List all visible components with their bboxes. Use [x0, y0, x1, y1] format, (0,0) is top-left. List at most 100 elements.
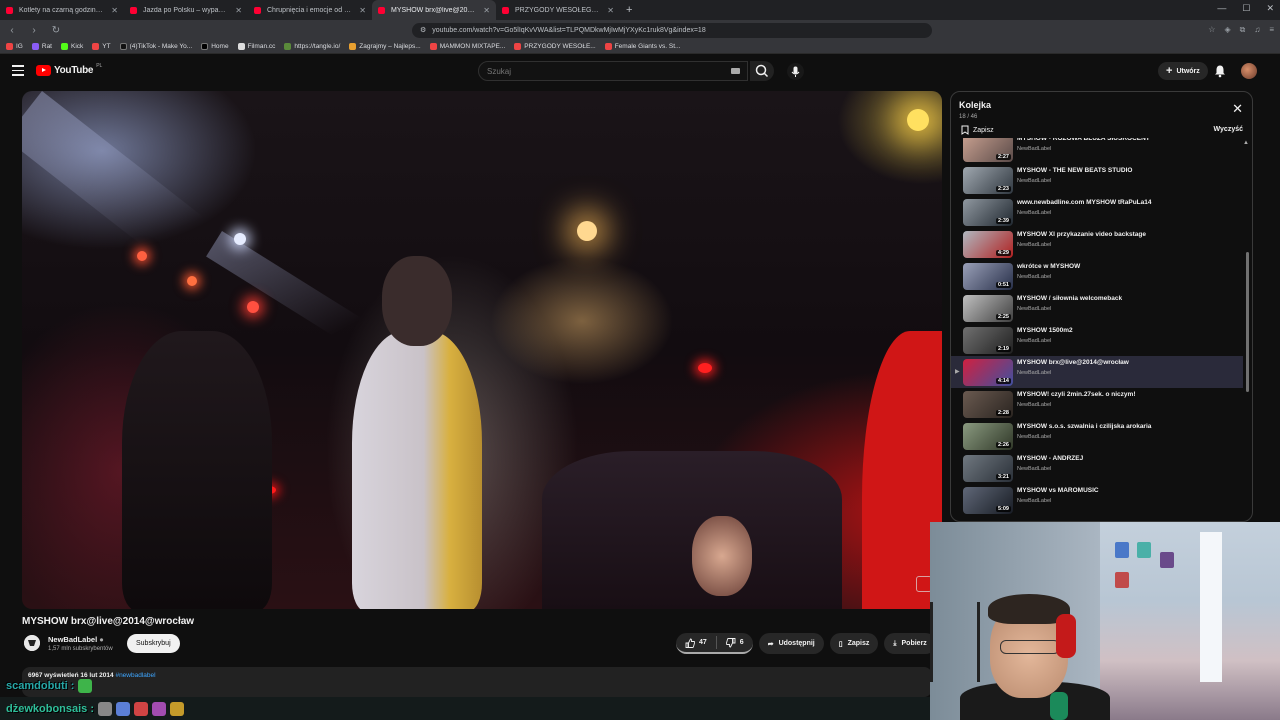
video-player[interactable]: [22, 91, 942, 609]
close-tab-icon[interactable]: ✕: [111, 6, 118, 15]
forward-icon[interactable]: ›: [28, 25, 40, 36]
close-icon[interactable]: ✕: [1232, 101, 1243, 117]
music-icon[interactable]: ♫: [1254, 25, 1260, 35]
queue-thumbnail: 5:09: [963, 487, 1013, 514]
new-tab-button[interactable]: +: [620, 4, 638, 16]
bookmark-label: IG: [16, 43, 23, 50]
hamburger-menu-icon[interactable]: [12, 65, 24, 76]
queue-item[interactable]: 5:09 MYSHOW vs MAROMUSIC NewBadLabel: [951, 484, 1243, 516]
queue-item[interactable]: 2:27 MYSHOW - RÓŻOWA BLUZA SIUŚROCENT NewB…: [951, 138, 1243, 164]
queue-scrollbar[interactable]: [1246, 252, 1249, 392]
description-box[interactable]: 6967 wyświetleń 16 lut 2014 #newbadlabel: [22, 667, 932, 697]
queue-clear-button[interactable]: Wyczyść: [1214, 126, 1243, 133]
queue-item-current[interactable]: ▶ 4:14 MYSHOW brx@live@2014@wrocław NewBadL…: [951, 356, 1243, 388]
queue-item[interactable]: 2:25 MYSHOW / siłownia welcomeback NewBadL…: [951, 292, 1243, 324]
back-icon[interactable]: ‹: [6, 25, 18, 36]
bookmark-favicon-icon: [284, 43, 292, 50]
extensions-icon[interactable]: ⧉: [1240, 25, 1246, 35]
bookmark-item[interactable]: Rat: [31, 43, 52, 50]
queue-count: 18 / 46: [959, 114, 978, 120]
bookmark-label: Female Giants vs. St...: [614, 43, 681, 50]
reload-icon[interactable]: ↻: [50, 25, 62, 36]
bookmark-label: Zagrajmy – Najleps...: [359, 43, 421, 50]
share-label: Udostępnij: [778, 640, 815, 647]
extension-icons: ☆ ◈ ⧉ ♫ ≡: [1208, 25, 1274, 35]
bookmark-item[interactable]: Kick: [61, 43, 83, 50]
chat-message: dżewkobonsais :: [0, 697, 930, 720]
bookmark-item[interactable]: Home: [201, 43, 229, 50]
queue-thumbnail: 2:25: [963, 295, 1013, 322]
duration-badge: 2:26: [995, 442, 1011, 448]
download-button[interactable]: ⤓ Pobierz: [884, 633, 936, 654]
bookmark-item[interactable]: MAMMON MIXTAPE...: [429, 43, 505, 50]
site-info-icon[interactable]: ⚙: [420, 26, 426, 34]
browser-tab[interactable]: PRZYGODY WESOŁEGO MAZURA wa... ✕: [496, 0, 620, 20]
browser-tab[interactable]: Kotlety na czarną godzinę - mogą st... ✕: [0, 0, 124, 20]
channel-logo-icon: [24, 635, 40, 651]
dislike-button[interactable]: 6: [717, 637, 753, 648]
youtube-logo[interactable]: YouTube PL: [36, 62, 103, 76]
queue-item[interactable]: 2:23 MYSHOW - THE NEW BEATS STUDIO NewBadL…: [951, 164, 1243, 196]
queue-thumbnail: 2:19: [963, 327, 1013, 354]
bookmark-item[interactable]: Filman.cc: [237, 43, 276, 50]
bookmark-favicon-icon: [237, 43, 245, 50]
queue-item-channel: NewBadLabel: [1017, 498, 1052, 504]
duration-badge: 2:27: [995, 154, 1011, 160]
duration-badge: 2:39: [995, 218, 1011, 224]
create-button[interactable]: + Utwórz: [1158, 62, 1208, 80]
queue-item[interactable]: 4:29 MYSHOW XI przykazanie video backstag…: [951, 228, 1243, 260]
channel-avatar[interactable]: [24, 635, 40, 651]
instagram-icon: [6, 43, 13, 50]
save-button[interactable]: ▯ Zapisz: [829, 633, 879, 654]
share-button[interactable]: ➦ Udostępnij: [758, 633, 824, 654]
browser-tab[interactable]: Chrupnięcia i emocje od Poliny 😊 - ✕: [248, 0, 372, 20]
bookmark-item[interactable]: PRZYGODY WESOŁE...: [514, 43, 596, 50]
close-window-icon[interactable]: ✕: [1266, 3, 1274, 14]
browser-tab[interactable]: Jazda po Polsku – wypadki i kolizje d...…: [124, 0, 248, 20]
search-input[interactable]: [478, 61, 748, 81]
menu-icon[interactable]: ≡: [1269, 25, 1274, 35]
minimize-icon[interactable]: —: [1217, 3, 1226, 14]
queue-thumbnail: 3:21: [963, 455, 1013, 482]
bookmark-item[interactable]: IG: [6, 43, 23, 50]
voice-search-button[interactable]: [787, 63, 804, 80]
tiktok-icon: [119, 43, 127, 50]
queue-item[interactable]: 3:21 MYSHOW - ANDRZEJ NewBadLabel: [951, 452, 1243, 484]
bookmark-label: Filman.cc: [247, 43, 276, 50]
bookmark-star-icon[interactable]: ☆: [1208, 25, 1215, 35]
bookmark-item[interactable]: (4)TikTok - Make Yo...: [119, 43, 192, 50]
bookmark-item[interactable]: https://tangle.io/: [284, 43, 340, 50]
logo-region: PL: [96, 62, 103, 69]
bookmark-label: PRZYGODY WESOŁE...: [524, 43, 596, 50]
url-field[interactable]: ⚙ youtube.com/watch?v=Go5lIqKvVWA&list=T…: [412, 22, 932, 38]
bookmark-item[interactable]: Female Giants vs. St...: [604, 43, 681, 50]
keyboard-icon[interactable]: [731, 68, 740, 74]
close-tab-icon[interactable]: ✕: [359, 6, 366, 15]
queue-save-button[interactable]: Zapisz: [961, 125, 994, 135]
bookmark-item[interactable]: Zagrajmy – Najleps...: [349, 43, 421, 50]
bookmark-item[interactable]: YT: [92, 43, 111, 50]
shield-icon[interactable]: ◈: [1224, 25, 1230, 35]
account-avatar[interactable]: [1241, 63, 1257, 79]
browser-tab-active[interactable]: MYSHOW brx@live@2014@... ✕: [372, 0, 496, 20]
queue-item[interactable]: 2:26 MYSHOW s.o.s. szwalnia i czilijska a…: [951, 420, 1243, 452]
search-button[interactable]: [750, 61, 774, 81]
emote-icon: [134, 701, 149, 716]
close-tab-icon[interactable]: ✕: [235, 6, 242, 15]
subscribe-button[interactable]: Subskrybuj: [127, 634, 180, 653]
queue-item[interactable]: 2:39 www.newbadline.com MYSHOW tRaPuLa14 N…: [951, 196, 1243, 228]
hashtag-link[interactable]: #newbadlabel: [115, 672, 155, 679]
close-tab-icon[interactable]: ✕: [483, 6, 490, 15]
queue-item-title: MYSHOW / siłownia welcomeback: [1017, 295, 1123, 302]
webcam-decor: [1160, 552, 1174, 568]
close-tab-icon[interactable]: ✕: [607, 6, 614, 15]
like-button[interactable]: 47: [676, 638, 716, 648]
notifications-button[interactable]: [1213, 64, 1227, 78]
youtube-favicon-icon: [378, 6, 385, 14]
queue-item[interactable]: 2:28 MYSHOW! czyli 2min.27sek. o niczym! N…: [951, 388, 1243, 420]
channel-name[interactable]: NewBadLabel ●: [48, 635, 104, 644]
emote-icon: [152, 701, 167, 716]
queue-item[interactable]: 0:51 wkrótce w MYSHOW NewBadLabel: [951, 260, 1243, 292]
maximize-icon[interactable]: ☐: [1242, 3, 1250, 14]
queue-item[interactable]: 2:19 MYSHOW 1500m2 NewBadLabel: [951, 324, 1243, 356]
